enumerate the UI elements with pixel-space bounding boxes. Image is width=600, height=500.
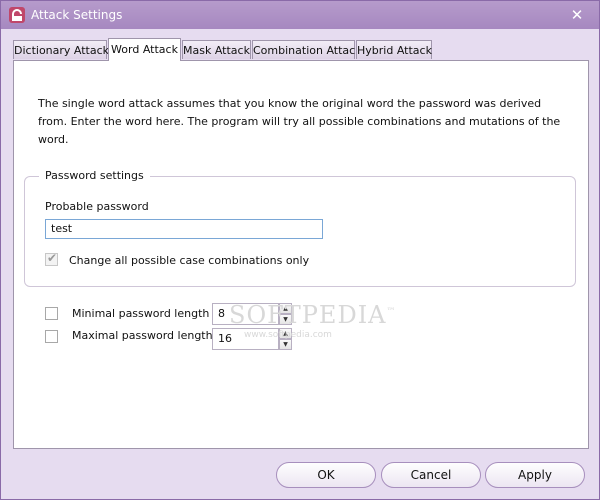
title-bar[interactable]: Attack Settings ✕ <box>1 1 599 29</box>
attack-settings-window: Attack Settings ✕ Dictionary Attack Word… <box>0 0 600 500</box>
password-settings-legend: Password settings <box>39 169 150 182</box>
softpedia-watermark: SOFTPEDIA™ <box>229 301 397 329</box>
tab-combination-attack[interactable]: Combination Attack <box>252 40 362 59</box>
check-icon: ✔ <box>47 251 58 265</box>
probable-password-label: Probable password <box>45 200 149 213</box>
probable-password-input[interactable]: test <box>45 219 323 239</box>
case-combinations-label: Change all possible case combinations on… <box>69 254 310 267</box>
watermark-text: SOFTPEDIA <box>229 301 387 329</box>
maximal-length-label: Maximal password length <box>72 329 213 342</box>
close-icon[interactable]: ✕ <box>567 5 587 25</box>
cancel-button[interactable]: Cancel <box>381 462 481 488</box>
window-title: Attack Settings <box>31 8 123 22</box>
case-combinations-checkbox[interactable]: ✔ <box>45 251 58 266</box>
spin-down-icon[interactable]: ▼ <box>279 339 292 350</box>
password-settings-group: Password settings Probable password test… <box>24 169 576 287</box>
minimal-length-checkbox[interactable] <box>45 307 58 320</box>
tab-dictionary-attack[interactable]: Dictionary Attack <box>13 40 109 59</box>
watermark-trademark: ™ <box>386 307 397 317</box>
softpedia-watermark-url: www.softpedia.com <box>244 330 332 340</box>
tab-word-attack[interactable]: Word Attack <box>108 38 181 61</box>
minimal-length-label: Minimal password length <box>72 307 210 320</box>
description-text: The single word attack assumes that you … <box>38 97 561 146</box>
tab-mask-attack[interactable]: Mask Attack <box>182 40 251 59</box>
ok-button[interactable]: OK <box>276 462 376 488</box>
tab-hybrid-attack[interactable]: Hybrid Attack <box>356 40 432 59</box>
app-icon <box>9 7 25 23</box>
apply-button[interactable]: Apply <box>485 462 585 488</box>
maximal-length-checkbox[interactable] <box>45 330 58 343</box>
word-attack-panel: The single word attack assumes that you … <box>13 60 589 449</box>
